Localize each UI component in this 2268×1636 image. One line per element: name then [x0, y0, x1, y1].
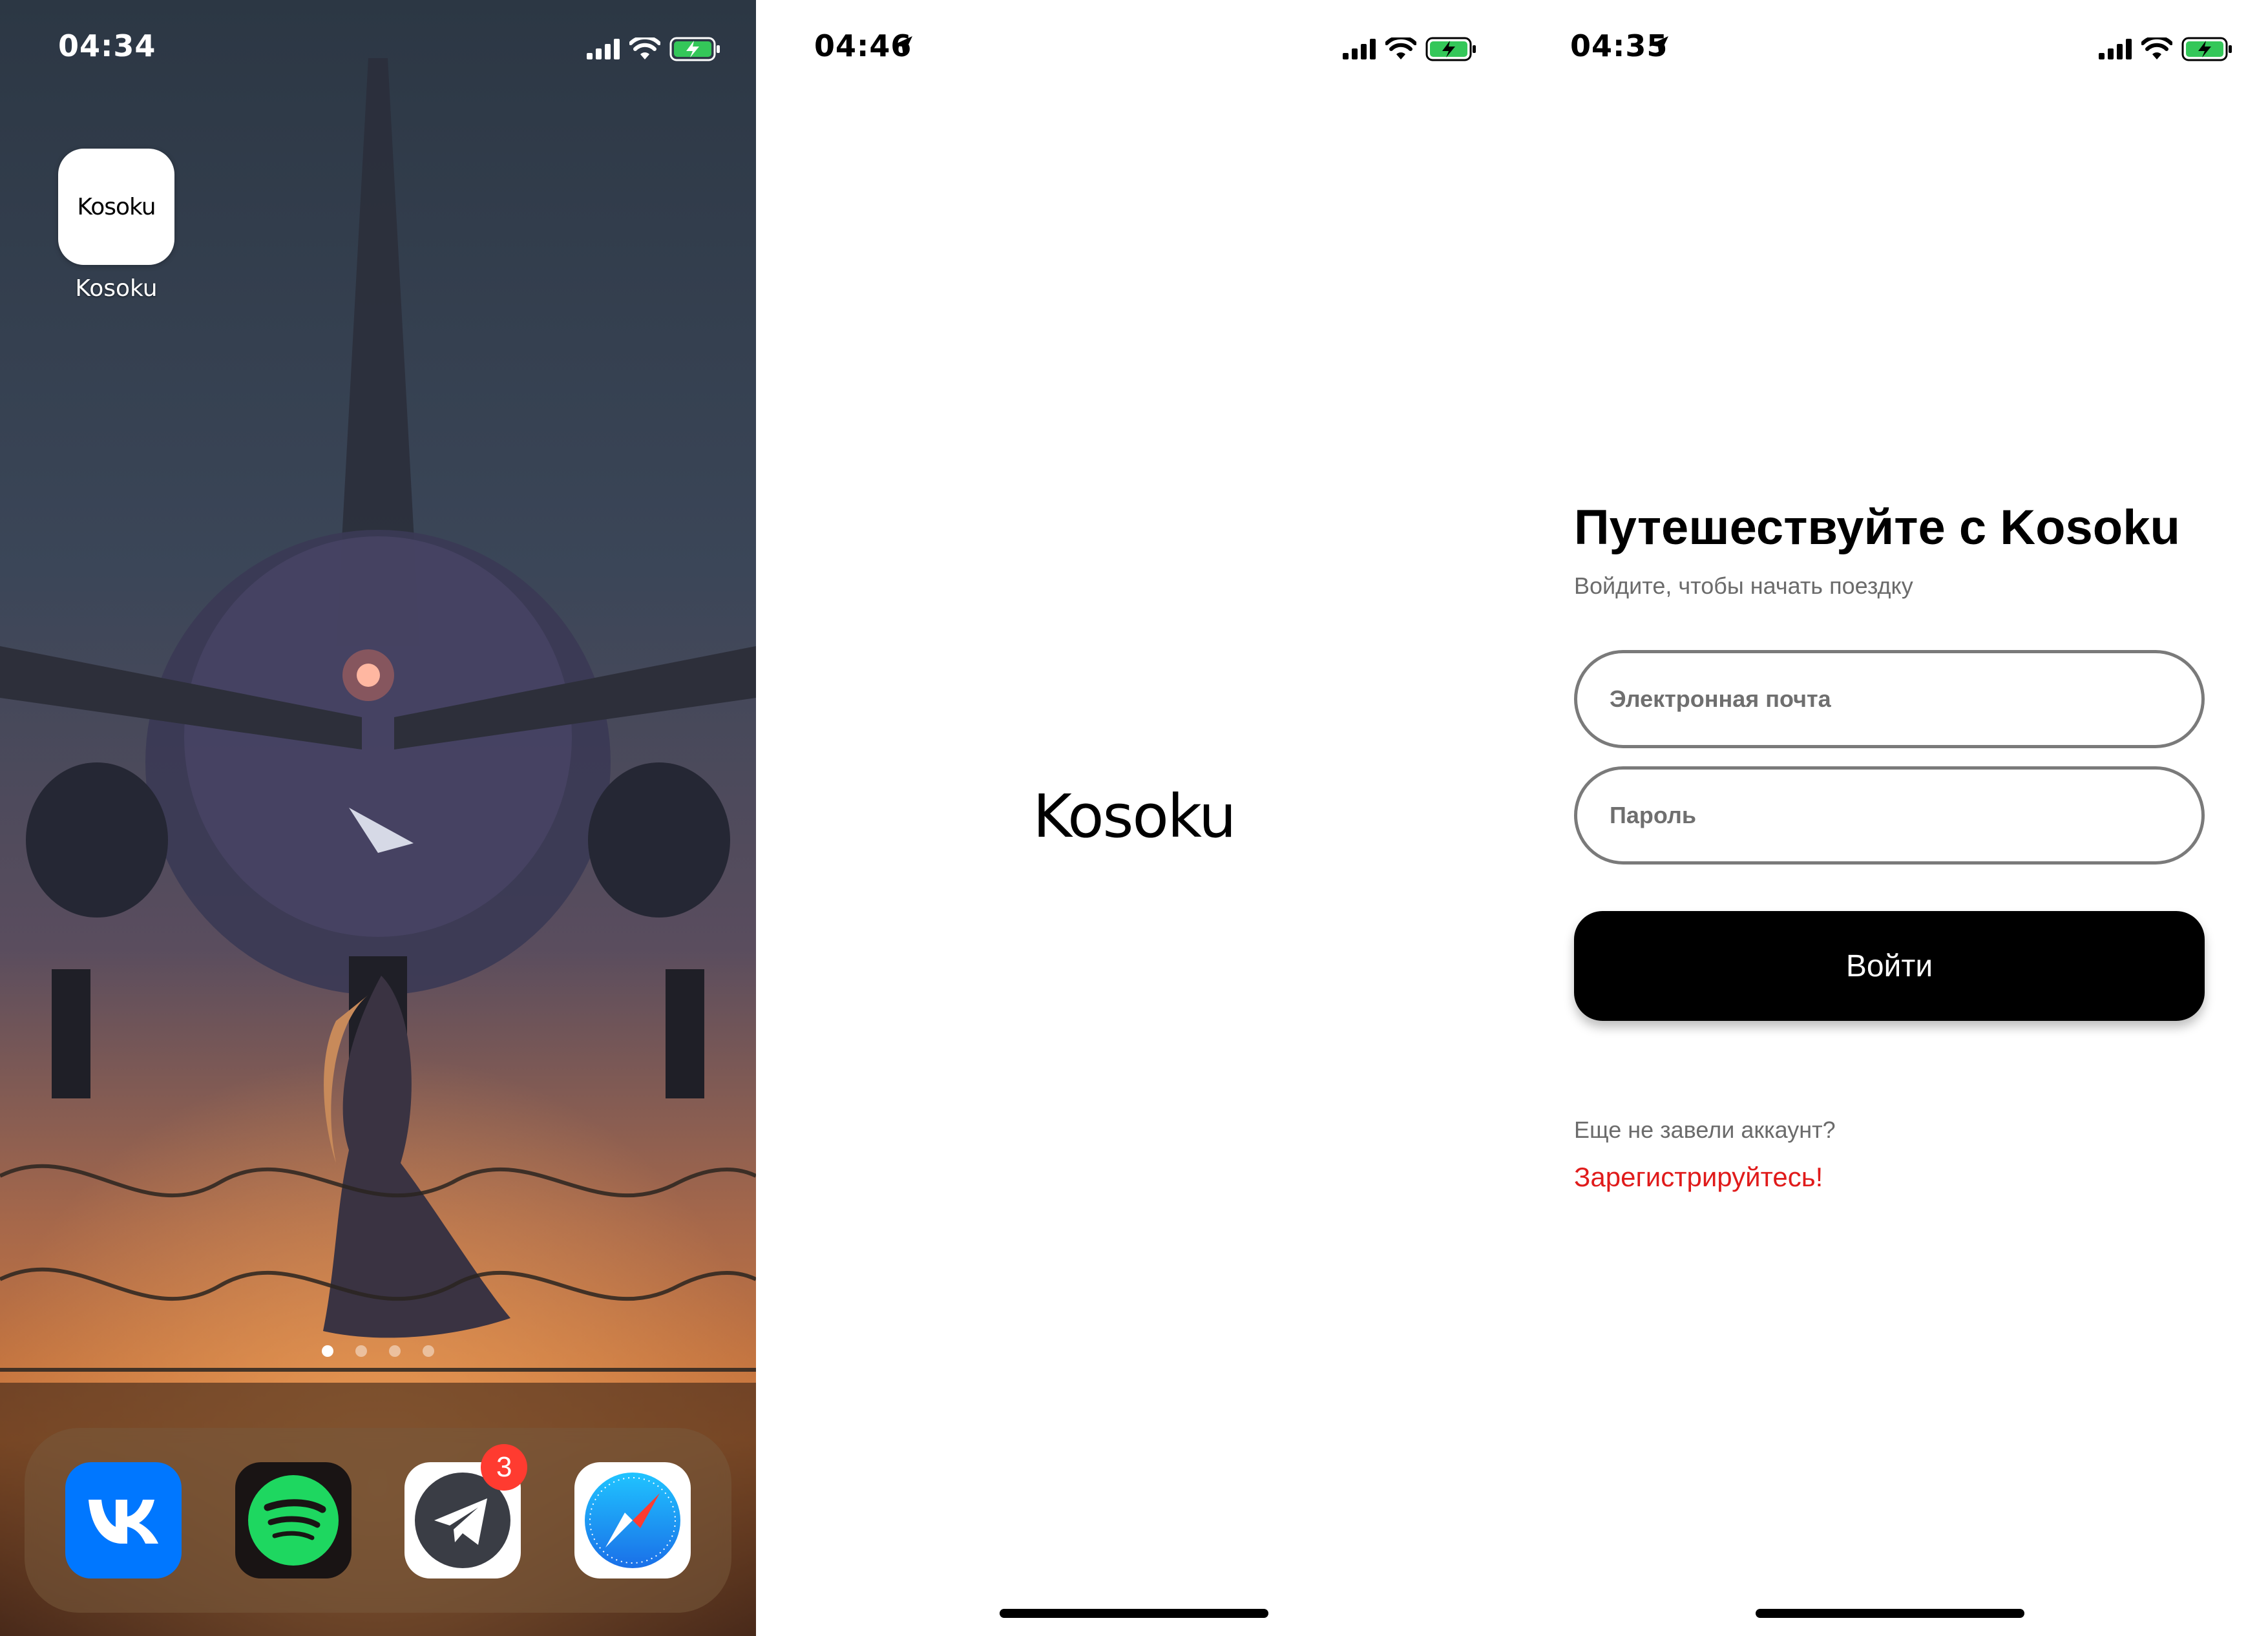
vk-logo [89, 1500, 159, 1544]
notification-badge: 3 [481, 1444, 528, 1491]
wifi-icon [2141, 37, 2172, 59]
wifi-icon [629, 37, 660, 59]
status-bar: 04:34 [0, 0, 756, 97]
dock-app-safari[interactable] [574, 1462, 691, 1578]
battery-charging-icon [669, 37, 720, 61]
screenshots-collage: 04:34 Kosoku Kosoku 3 04:46 Kosoku 04:35… [0, 0, 2268, 1636]
status-time: 04:34 [58, 28, 156, 63]
dock: 3 [25, 1428, 731, 1613]
dock-app-spotify[interactable] [235, 1462, 352, 1578]
home-indicator[interactable] [1756, 1609, 2024, 1618]
login-title: Путешествуйте с Kosoku [1574, 499, 2180, 555]
app-label: Kosoku [75, 275, 158, 302]
safari-icon[interactable] [574, 1462, 691, 1578]
status-bar: 04:35 [1512, 0, 2268, 97]
page-dot-4 [423, 1345, 434, 1357]
home-indicator[interactable] [1000, 1609, 1268, 1618]
battery-charging-icon [1425, 37, 1476, 61]
login-subtitle: Войдите, чтобы начать поездку [1574, 572, 1913, 599]
kosoku-icon-logo: Kosoku [77, 193, 156, 220]
page-dot-1 [322, 1345, 333, 1357]
cellular-signal-icon [587, 39, 620, 59]
dock-app-telegram[interactable]: 3 [404, 1444, 528, 1578]
page-indicator[interactable] [0, 1345, 756, 1357]
login-button[interactable]: Войти [1574, 911, 2205, 1021]
cellular-signal-icon [1343, 39, 1376, 59]
kosoku-app-icon[interactable]: Kosoku [58, 149, 174, 265]
vk-icon[interactable] [65, 1462, 182, 1578]
splash-screen: 04:46 Kosoku [756, 0, 1512, 1636]
home-screen: 04:34 Kosoku Kosoku 3 [0, 0, 756, 1636]
spotify-icon[interactable] [235, 1462, 352, 1578]
splash-logo: Kosoku [1033, 782, 1236, 851]
status-icons [587, 35, 721, 63]
email-field[interactable] [1574, 650, 2205, 748]
status-bar: 04:46 [756, 0, 1512, 97]
home-app-kosoku[interactable]: Kosoku Kosoku [58, 149, 174, 302]
page-dot-3 [389, 1345, 401, 1357]
location-arrow-icon [893, 36, 912, 56]
no-account-text: Еще не завели аккаунт? [1574, 1117, 1836, 1143]
dock-app-vk[interactable] [65, 1462, 182, 1578]
safari-compass-icon [584, 1473, 680, 1568]
register-link[interactable]: Зарегистрируйтесь! [1574, 1162, 1823, 1193]
location-arrow-icon [1649, 36, 1668, 56]
spotify-logo [247, 1475, 339, 1566]
status-icons [1343, 35, 1477, 63]
wifi-icon [1385, 37, 1416, 59]
cellular-signal-icon [2099, 39, 2132, 59]
password-field[interactable] [1574, 766, 2205, 865]
page-dot-2 [355, 1345, 367, 1357]
status-icons [2099, 35, 2233, 63]
login-screen: 04:35 Путешествуйте с Kosoku Войдите, чт… [1512, 0, 2268, 1636]
battery-charging-icon [2181, 37, 2232, 61]
